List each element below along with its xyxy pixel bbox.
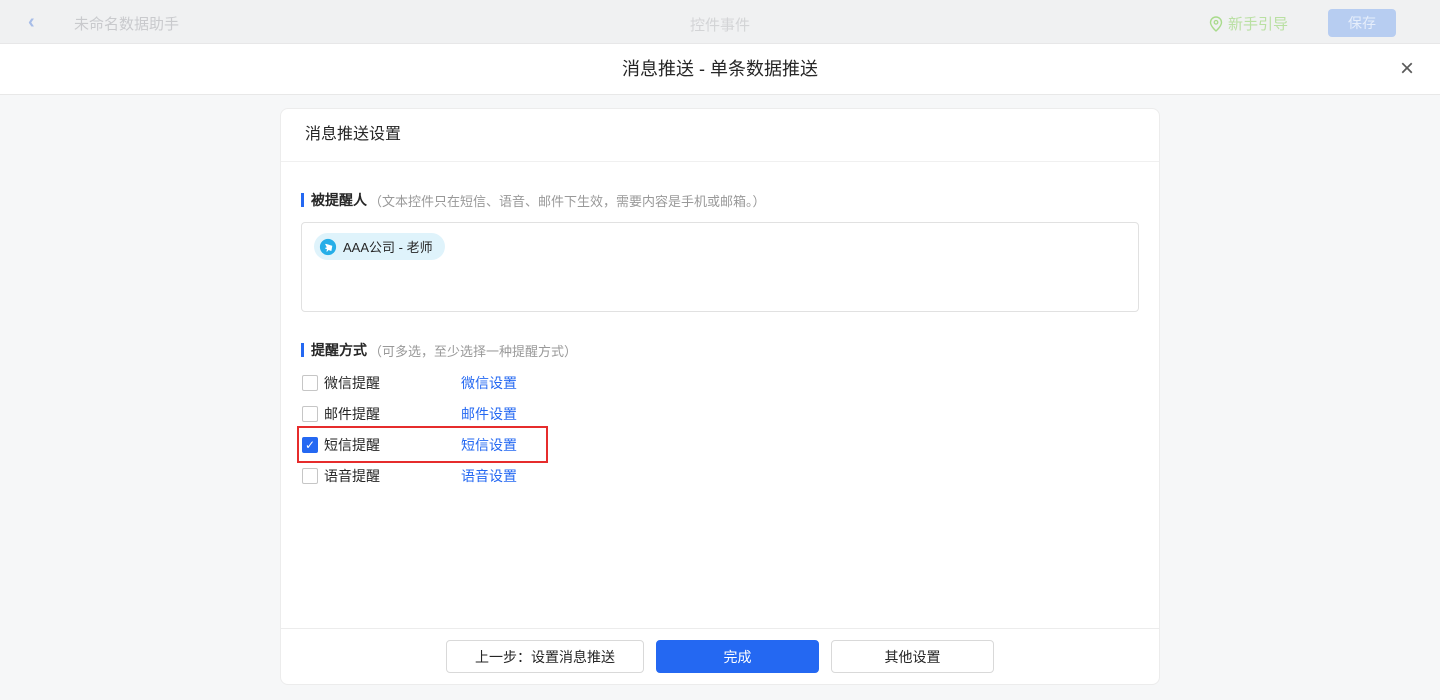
recipients-title: 被提醒人	[311, 190, 367, 210]
option-row-voice: 语音提醒 语音设置	[302, 460, 517, 491]
modal-body: 消息推送设置 被提醒人 （文本控件只在短信、语音、邮件下生效，需要内容是手机或邮…	[0, 95, 1440, 700]
section-accent-bar	[301, 343, 304, 357]
previous-step-button[interactable]: 上一步：设置消息推送	[446, 640, 644, 673]
remind-section-label: 提醒方式 （可多选，至少选择一种提醒方式）	[301, 340, 1139, 360]
checkbox[interactable]	[302, 437, 318, 453]
wechat-settings-link[interactable]: 微信设置	[461, 373, 517, 393]
option-label[interactable]: 微信提醒	[324, 373, 461, 393]
option-row-sms: 短信提醒 短信设置	[302, 429, 517, 460]
save-button[interactable]: 保存	[1328, 9, 1396, 37]
option-label[interactable]: 短信提醒	[324, 435, 461, 455]
close-icon[interactable]: ×	[1400, 55, 1414, 83]
recipients-input-area[interactable]: AAA公司 - 老师	[301, 222, 1139, 312]
done-button[interactable]: 完成	[656, 640, 819, 673]
voice-settings-link[interactable]: 语音设置	[461, 466, 517, 486]
card-title: 消息推送设置	[281, 109, 1159, 162]
map-pin-icon	[1209, 16, 1223, 32]
remind-note: （可多选，至少选择一种提醒方式）	[369, 341, 577, 360]
remind-title: 提醒方式	[311, 340, 367, 360]
other-settings-button[interactable]: 其他设置	[831, 640, 994, 673]
checkbox[interactable]	[302, 406, 318, 422]
sms-settings-link[interactable]: 短信设置	[461, 435, 517, 455]
recipient-tag[interactable]: AAA公司 - 老师	[314, 233, 445, 260]
card-footer: 上一步：设置消息推送 完成 其他设置	[281, 628, 1159, 684]
checkbox[interactable]	[302, 468, 318, 484]
recipient-tag-label: AAA公司 - 老师	[343, 237, 433, 256]
option-row-email: 邮件提醒 邮件设置	[302, 398, 517, 429]
push-settings-card: 消息推送设置 被提醒人 （文本控件只在短信、语音、邮件下生效，需要内容是手机或邮…	[280, 108, 1160, 685]
modal-title: 消息推送 - 单条数据推送	[0, 44, 1440, 95]
option-label[interactable]: 语音提醒	[324, 466, 461, 486]
modal-header: 消息推送 - 单条数据推送 ×	[0, 44, 1440, 95]
option-row-wechat: 微信提醒 微信设置	[302, 367, 517, 398]
section-accent-bar	[301, 193, 304, 207]
option-label[interactable]: 邮件提醒	[324, 404, 461, 424]
recipients-section-label: 被提醒人 （文本控件只在短信、语音、邮件下生效，需要内容是手机或邮箱。）	[301, 190, 1139, 210]
dingtalk-icon	[319, 238, 337, 256]
checkbox[interactable]	[302, 375, 318, 391]
message-push-modal: 消息推送 - 单条数据推送 × 消息推送设置 被提醒人 （文本控件只在短信、语音…	[0, 44, 1440, 700]
recipients-note: （文本控件只在短信、语音、邮件下生效，需要内容是手机或邮箱。）	[369, 191, 766, 210]
beginner-guide-button[interactable]: 新手引导	[1209, 13, 1288, 34]
top-app-bar: ‹ 未命名数据助手 控件事件 新手引导 保存	[0, 0, 1440, 44]
remind-options-list: 微信提醒 微信设置 邮件提醒 邮件设置 短信提醒 短信设置	[301, 367, 1139, 491]
card-body: 被提醒人 （文本控件只在短信、语音、邮件下生效，需要内容是手机或邮箱。） AAA…	[281, 162, 1159, 628]
email-settings-link[interactable]: 邮件设置	[461, 404, 517, 424]
beginner-guide-label: 新手引导	[1228, 13, 1288, 34]
